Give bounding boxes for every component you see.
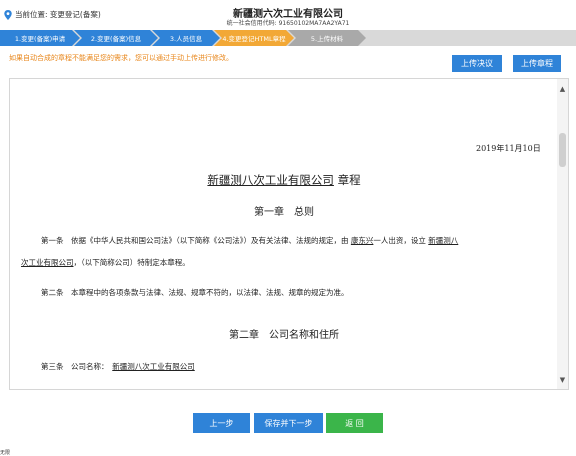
back-button[interactable]: 返 回 — [326, 413, 383, 433]
article-3-company-name: 新疆测八次工业有限公司 — [112, 362, 195, 371]
chapter-2-heading: 第二章 公司名称和住所 — [229, 330, 339, 341]
article-1-text-a: 第一条 依据《中华人民共和国公司法》（以下简称《公司法》）及有关法律、法规的规定… — [41, 236, 351, 245]
header: 当前位置: 变更登记(备案) 新疆测六次工业有限公司 统一社会信用代码: 916… — [0, 0, 576, 30]
document-date: 2019年11月10日 — [476, 144, 541, 153]
document-title: 新疆测八次工业有限公司 章程 — [10, 172, 558, 188]
document-scrollbar[interactable]: ▲ ▼ — [557, 79, 568, 389]
article-1-company-part-1: 新疆测八 — [428, 236, 459, 245]
article-1-company-part-2: 次工业有限公司 — [21, 258, 74, 267]
credit-code: 统一社会信用代码: 91650102MA7AA2YA71 — [226, 20, 350, 27]
scroll-up-icon[interactable]: ▲ — [557, 83, 568, 94]
article-1-text-c: ，（以下简称公司）特制定本章程。 — [73, 258, 190, 267]
charter-document-viewer[interactable]: 2019年11月10日 新疆测八次工业有限公司 章程 第一章 总则 第一条 依据… — [9, 78, 569, 390]
chapter-1-heading: 第一章 总则 — [254, 207, 314, 218]
auto-charter-notice: 如果自动合成的章程不能满足您的需求，您可以通过手动上传进行修改。 — [9, 54, 233, 62]
article-1-text-b: 一人出资，设立 — [373, 236, 429, 245]
step-3-label: 3.人员信息 — [169, 35, 203, 43]
article-1-person: 康东兴 — [350, 236, 374, 245]
save-and-next-button[interactable]: 保存并下一步 — [254, 413, 323, 433]
article-3-label: 第三条 公司名称： — [41, 362, 105, 371]
footer-label: 无限 — [0, 450, 11, 456]
scroll-down-icon[interactable]: ▼ — [557, 374, 568, 385]
step-2-label: 2.变更(备案)信息 — [90, 35, 142, 43]
scroll-thumb[interactable] — [559, 133, 566, 167]
article-1: 第一条 依据《中华人民共和国公司法》（以下简称《公司法》）及有关法律、法规的规定… — [21, 230, 551, 274]
step-1-label: 1.变更(备案)申请 — [14, 35, 66, 43]
step-4[interactable]: 4.变更登记HTML章程 — [214, 30, 294, 46]
step-4-label: 4.变更登记HTML章程 — [222, 35, 286, 43]
step-5-label: 5.上传材料 — [310, 35, 344, 43]
document-title-suffix: 章程 — [333, 173, 361, 187]
article-2-text: 第二条 本章程中的各项条款与法律、法规、规章不符的，以法律、法规、规章的规定为准… — [41, 288, 349, 297]
step-progress-bar: 1.变更(备案)申请 2.变更(备案)信息 3.人员信息 4.变更登记HTML章… — [0, 30, 576, 46]
step-2[interactable]: 2.变更(备案)信息 — [74, 30, 158, 46]
upload-resolution-button[interactable]: 上传决议 — [452, 55, 502, 72]
step-1[interactable]: 1.变更(备案)申请 — [0, 30, 80, 46]
step-3[interactable]: 3.人员信息 — [152, 30, 220, 46]
step-5[interactable]: 5.上传材料 — [288, 30, 366, 46]
upload-charter-button[interactable]: 上传章程 — [513, 55, 561, 72]
article-2: 第二条 本章程中的各项条款与法律、法规、规章不符的，以法律、法规、规章的规定为准… — [21, 282, 551, 304]
document-title-company: 新疆测八次工业有限公司 — [207, 173, 334, 187]
article-3: 第三条 公司名称： 新疆测八次工业有限公司 — [21, 356, 551, 378]
charter-document: 2019年11月10日 新疆测八次工业有限公司 章程 第一章 总则 第一条 依据… — [10, 79, 558, 389]
previous-step-button[interactable]: 上一步 — [193, 413, 250, 433]
